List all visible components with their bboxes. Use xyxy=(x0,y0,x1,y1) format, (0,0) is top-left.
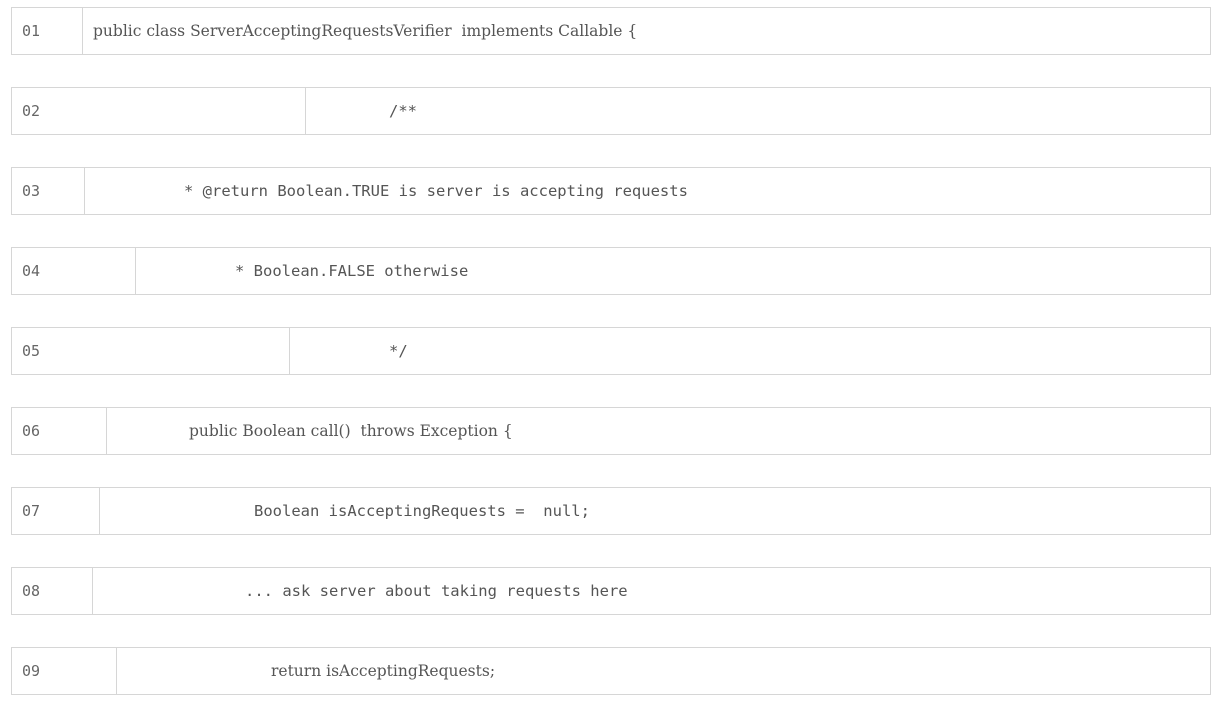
line-code: * @return Boolean.TRUE is server is acce… xyxy=(184,182,688,200)
line-code: /** xyxy=(389,102,417,120)
code-line: 02 /** xyxy=(11,87,1211,135)
line-code: * Boolean.FALSE otherwise xyxy=(235,262,469,280)
line-code: ... ask server about taking requests her… xyxy=(245,582,628,600)
line-number: 09 xyxy=(12,648,117,694)
code-line: 03 * @return Boolean.TRUE is server is a… xyxy=(11,167,1211,215)
code-line: 04 * Boolean.FALSE otherwise xyxy=(11,247,1211,295)
line-code: public class ServerAcceptingRequestsVeri… xyxy=(93,22,638,40)
code-line: 05 */ xyxy=(11,327,1211,375)
line-code: Boolean isAcceptingRequests = null; xyxy=(254,502,590,520)
line-number: 07 xyxy=(12,488,100,534)
line-code: public Boolean call() throws Exception { xyxy=(189,422,513,440)
code-line: 06 public Boolean call() throws Exceptio… xyxy=(11,407,1211,455)
line-number: 05 xyxy=(12,328,290,374)
line-number: 08 xyxy=(12,568,93,614)
code-line: 09 return isAcceptingRequests; xyxy=(11,647,1211,695)
line-number: 01 xyxy=(12,8,83,54)
line-number: 03 xyxy=(12,168,85,214)
line-code: return isAcceptingRequests; xyxy=(271,662,496,680)
line-number: 02 xyxy=(12,88,306,134)
code-line: 08 ... ask server about taking requests … xyxy=(11,567,1211,615)
code-line: 07 Boolean isAcceptingRequests = null; xyxy=(11,487,1211,535)
line-number: 04 xyxy=(12,248,136,294)
line-number: 06 xyxy=(12,408,107,454)
line-code: */ xyxy=(389,342,408,360)
code-line: 01 public class ServerAcceptingRequestsV… xyxy=(11,7,1211,55)
